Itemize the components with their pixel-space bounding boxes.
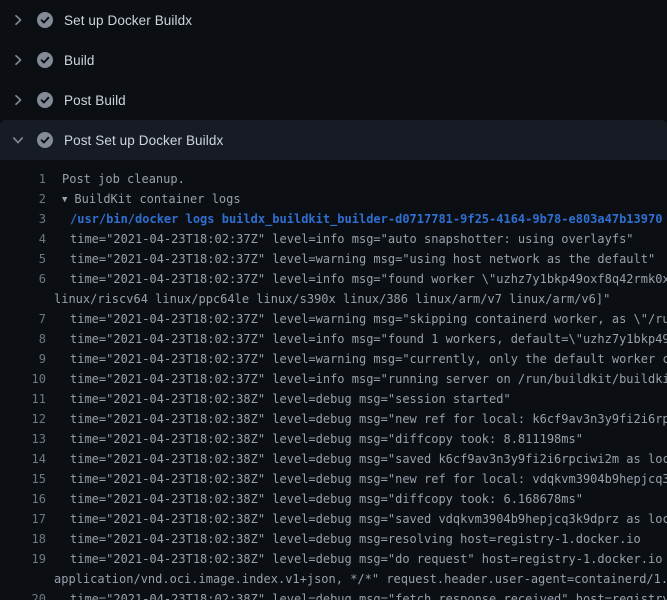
chevron-right-icon — [12, 14, 24, 26]
log-line: 5time="2021-04-23T18:02:37Z" level=warni… — [0, 249, 667, 269]
step-title: Post Build — [64, 93, 126, 108]
line-number[interactable]: 15 — [0, 469, 46, 489]
log-text: time="2021-04-23T18:02:38Z" level=debug … — [46, 589, 667, 600]
log-text: time="2021-04-23T18:02:38Z" level=debug … — [46, 429, 583, 449]
log-line: 1Post job cleanup. — [0, 169, 667, 189]
line-number — [0, 289, 46, 309]
log-text: time="2021-04-23T18:02:37Z" level=info m… — [46, 229, 634, 249]
log-text: time="2021-04-23T18:02:38Z" level=debug … — [46, 469, 667, 489]
log-line-continuation: application/vnd.oci.image.index.v1+json,… — [0, 569, 667, 589]
log-line: 9time="2021-04-23T18:02:37Z" level=warni… — [0, 349, 667, 369]
line-number[interactable]: 17 — [0, 509, 46, 529]
line-number[interactable]: 20 — [0, 589, 46, 600]
log-line: 6time="2021-04-23T18:02:37Z" level=info … — [0, 269, 667, 289]
line-number[interactable]: 16 — [0, 489, 46, 509]
workflow-log-viewer: Set up Docker Buildx Build Post Build Post … — [0, 0, 667, 600]
log-line: 2▼BuildKit container logs — [0, 189, 667, 209]
log-line: 14time="2021-04-23T18:02:38Z" level=debu… — [0, 449, 667, 469]
chevron-right-icon — [12, 54, 24, 66]
step-header-post-set-up-docker-buildx[interactable]: Post Set up Docker Buildx — [0, 120, 667, 160]
line-number[interactable]: 12 — [0, 409, 46, 429]
log-line: 15time="2021-04-23T18:02:38Z" level=debu… — [0, 469, 667, 489]
check-circle-icon — [37, 92, 53, 108]
log-text: time="2021-04-23T18:02:37Z" level=warnin… — [46, 309, 667, 329]
line-number[interactable]: 1 — [0, 169, 46, 189]
step-header-build[interactable]: Build — [0, 40, 667, 80]
log-text: time="2021-04-23T18:02:37Z" level=info m… — [46, 369, 667, 389]
log-text: application/vnd.oci.image.index.v1+json,… — [46, 569, 667, 589]
log-line: 8time="2021-04-23T18:02:37Z" level=info … — [0, 329, 667, 349]
log-area: 1Post job cleanup.2▼BuildKit container l… — [0, 160, 667, 600]
log-text: time="2021-04-23T18:02:38Z" level=debug … — [46, 549, 667, 569]
line-number[interactable]: 7 — [0, 309, 46, 329]
step-title: Build — [64, 53, 95, 68]
log-line-continuation: linux/riscv64 linux/ppc64le linux/s390x … — [0, 289, 667, 309]
step-title: Set up Docker Buildx — [64, 13, 192, 28]
log-text: time="2021-04-23T18:02:38Z" level=debug … — [46, 529, 641, 549]
line-number[interactable]: 8 — [0, 329, 46, 349]
line-number — [0, 569, 46, 589]
log-line: 12time="2021-04-23T18:02:38Z" level=debu… — [0, 409, 667, 429]
line-number[interactable]: 13 — [0, 429, 46, 449]
log-text: time="2021-04-23T18:02:38Z" level=debug … — [46, 449, 667, 469]
step-title: Post Set up Docker Buildx — [64, 133, 223, 148]
check-circle-icon — [37, 52, 53, 68]
log-line: 13time="2021-04-23T18:02:38Z" level=debu… — [0, 429, 667, 449]
chevron-right-icon — [12, 94, 24, 106]
log-line: 18time="2021-04-23T18:02:38Z" level=debu… — [0, 529, 667, 549]
line-number[interactable]: 2 — [0, 189, 46, 209]
log-text: time="2021-04-23T18:02:37Z" level=info m… — [46, 269, 667, 289]
collapse-triangle-icon: ▼ — [62, 190, 67, 209]
line-number[interactable]: 14 — [0, 449, 46, 469]
line-number[interactable]: 18 — [0, 529, 46, 549]
log-line: 11time="2021-04-23T18:02:38Z" level=debu… — [0, 389, 667, 409]
line-number[interactable]: 19 — [0, 549, 46, 569]
step-header-set-up-docker-buildx[interactable]: Set up Docker Buildx — [0, 0, 667, 40]
line-number[interactable]: 4 — [0, 229, 46, 249]
log-text: linux/riscv64 linux/ppc64le linux/s390x … — [46, 289, 610, 309]
log-line: 16time="2021-04-23T18:02:38Z" level=debu… — [0, 489, 667, 509]
log-text: time="2021-04-23T18:02:38Z" level=debug … — [46, 409, 667, 429]
step-list: Set up Docker Buildx Build Post Build Post … — [0, 0, 667, 160]
check-circle-icon — [37, 132, 53, 148]
log-line: 20time="2021-04-23T18:02:38Z" level=debu… — [0, 589, 667, 600]
log-group-toggle[interactable]: ▼BuildKit container logs — [46, 189, 241, 209]
line-number[interactable]: 9 — [0, 349, 46, 369]
log-line: 4time="2021-04-23T18:02:37Z" level=info … — [0, 229, 667, 249]
log-text: time="2021-04-23T18:02:37Z" level=info m… — [46, 329, 667, 349]
line-number[interactable]: 6 — [0, 269, 46, 289]
log-line: 7time="2021-04-23T18:02:37Z" level=warni… — [0, 309, 667, 329]
log-line: 3/usr/bin/docker logs buildx_buildkit_bu… — [0, 209, 667, 229]
check-circle-icon — [37, 12, 53, 28]
log-line: 19time="2021-04-23T18:02:38Z" level=debu… — [0, 549, 667, 569]
line-number[interactable]: 3 — [0, 209, 46, 229]
line-number[interactable]: 10 — [0, 369, 46, 389]
line-number[interactable]: 5 — [0, 249, 46, 269]
log-command-text: /usr/bin/docker logs buildx_buildkit_bui… — [46, 209, 662, 229]
line-number[interactable]: 11 — [0, 389, 46, 409]
log-text: time="2021-04-23T18:02:37Z" level=warnin… — [46, 249, 655, 269]
log-text: time="2021-04-23T18:02:38Z" level=debug … — [46, 509, 667, 529]
log-line: 10time="2021-04-23T18:02:37Z" level=info… — [0, 369, 667, 389]
log-line: 17time="2021-04-23T18:02:38Z" level=debu… — [0, 509, 667, 529]
log-text: time="2021-04-23T18:02:38Z" level=debug … — [46, 489, 583, 509]
chevron-down-icon — [12, 134, 24, 146]
log-text: Post job cleanup. — [46, 169, 185, 189]
log-text: time="2021-04-23T18:02:37Z" level=warnin… — [46, 349, 667, 369]
log-text: time="2021-04-23T18:02:38Z" level=debug … — [46, 389, 511, 409]
step-header-post-build[interactable]: Post Build — [0, 80, 667, 120]
